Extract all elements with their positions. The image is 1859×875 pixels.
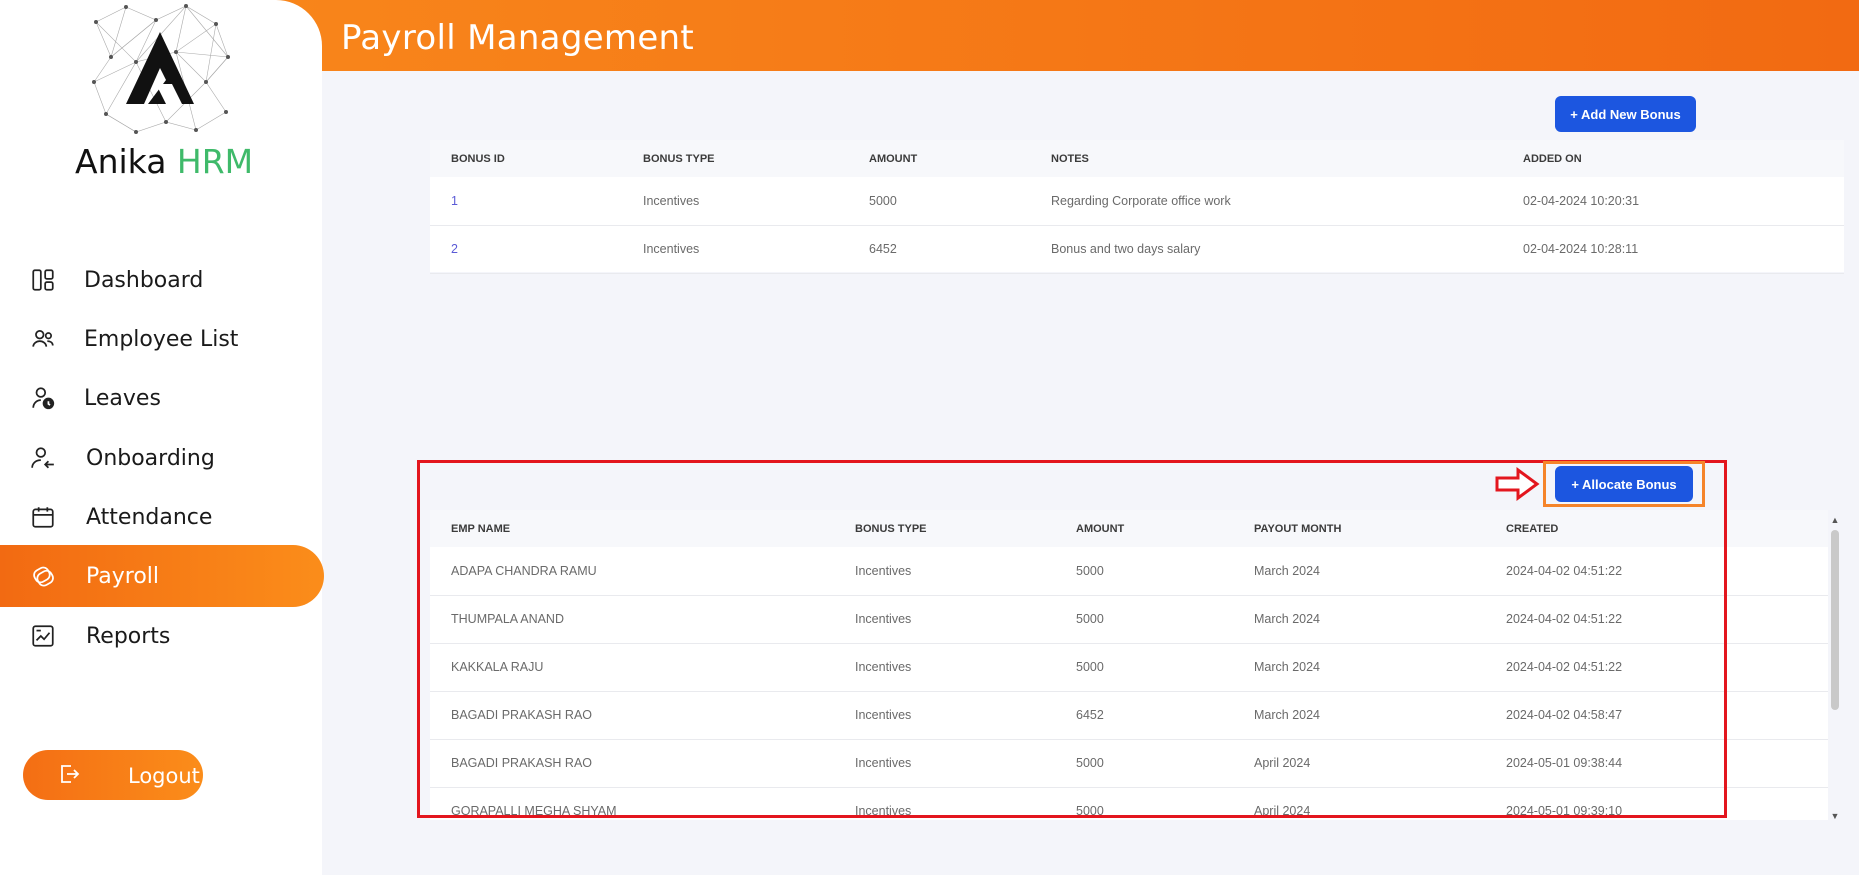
sidebar-item-payroll[interactable]: Payroll <box>0 545 324 607</box>
users-icon <box>32 330 54 347</box>
table-cell: 02-04-2024 10:28:11 <box>1523 242 1639 256</box>
table-row[interactable]: 2 Incentives 6452 Bonus and two days sal… <box>430 225 1844 274</box>
table-scrollbar[interactable]: ▲ ▼ <box>1828 514 1842 821</box>
sidebar: Anika HRM Dashboard Employee List Leaves… <box>0 0 324 875</box>
table-cell: 5000 <box>869 194 897 208</box>
add-new-bonus-button[interactable]: + Add New Bonus <box>1555 96 1696 132</box>
table-cell: Bonus and two days salary <box>1051 242 1201 256</box>
table-row[interactable]: 1 Incentives 5000 Regarding Corporate of… <box>430 177 1844 226</box>
bonus-table: BONUS ID BONUS TYPE AMOUNT NOTES ADDED O… <box>430 140 1844 274</box>
sidebar-item-label: Leaves <box>84 385 161 411</box>
sidebar-item-label: Attendance <box>86 504 213 530</box>
brand-accent: HRM <box>176 142 254 181</box>
column-header[interactable]: BONUS TYPE <box>643 153 715 165</box>
column-header[interactable]: NOTES <box>1051 153 1089 165</box>
brand-name: Anika HRM <box>75 142 253 181</box>
sidebar-item-label: Dashboard <box>84 267 204 293</box>
sidebar-item-attendance[interactable]: Attendance <box>0 487 322 547</box>
brand-main: Anika <box>75 142 167 181</box>
user-clock-icon <box>32 387 55 410</box>
column-header[interactable]: BONUS ID <box>451 153 505 165</box>
sidebar-item-reports[interactable]: Reports <box>0 606 322 666</box>
user-arrow-icon <box>31 447 54 469</box>
annotation-button-highlight <box>1543 461 1705 507</box>
table-cell: 02-04-2024 10:20:31 <box>1523 194 1640 208</box>
payroll-icon <box>33 566 54 587</box>
table-cell: Regarding Corporate office work <box>1051 194 1231 208</box>
logout-icon <box>61 765 80 783</box>
bonus-id-cell: 1 <box>451 194 458 208</box>
sidebar-item-employee-list[interactable]: Employee List <box>0 309 322 369</box>
sidebar-item-label: Employee List <box>84 326 239 352</box>
sidebar-item-label: Payroll <box>86 563 160 589</box>
sidebar-item-onboarding[interactable]: Onboarding <box>0 428 322 488</box>
logout-button[interactable]: Logout <box>23 750 203 800</box>
bonus-id-cell: 2 <box>451 242 458 256</box>
table-cell: Incentives <box>643 194 700 208</box>
logo-icon <box>92 4 230 134</box>
report-chart-icon <box>32 625 54 647</box>
column-header[interactable]: AMOUNT <box>869 153 917 165</box>
table-header: BONUS ID BONUS TYPE AMOUNT NOTES ADDED O… <box>430 140 1844 177</box>
annotation-highlight-box <box>417 460 1727 818</box>
scroll-up-arrow-icon[interactable]: ▲ <box>1830 516 1840 525</box>
annotation-arrow-icon <box>1495 467 1540 501</box>
logout-label: Logout <box>128 764 200 788</box>
scroll-down-arrow-icon[interactable]: ▼ <box>1830 812 1840 821</box>
scroll-thumb[interactable] <box>1831 530 1839 710</box>
table-cell: Incentives <box>643 242 700 256</box>
page-title: Payroll Management <box>341 18 695 58</box>
sidebar-item-leaves[interactable]: Leaves <box>0 368 322 428</box>
sidebar-item-label: Reports <box>86 623 171 649</box>
table-cell: 6452 <box>869 242 897 256</box>
sidebar-item-dashboard[interactable]: Dashboard <box>0 250 322 310</box>
sidebar-item-label: Onboarding <box>86 445 215 471</box>
calendar-icon <box>32 507 54 528</box>
column-header[interactable]: ADDED ON <box>1523 153 1582 165</box>
dashboard-icon <box>32 269 54 291</box>
